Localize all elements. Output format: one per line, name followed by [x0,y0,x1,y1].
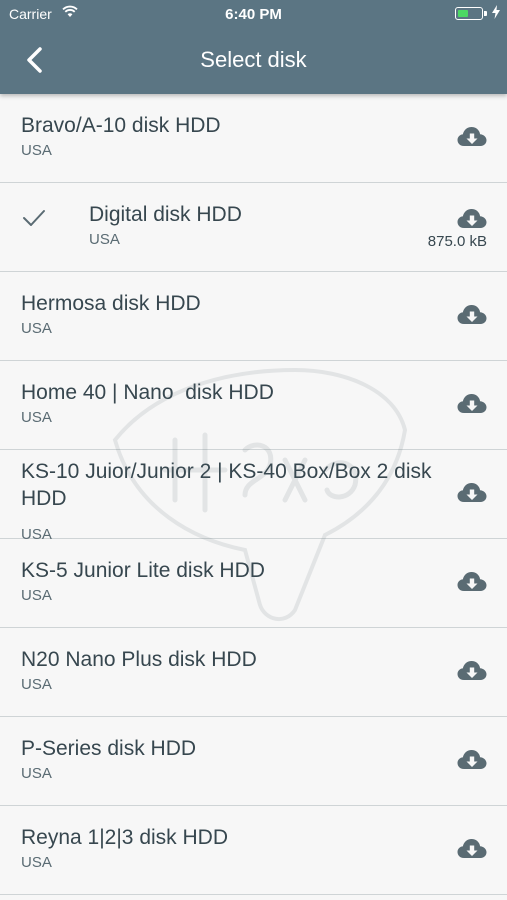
disk-name: Reyna 1|2|3 disk HDD [21,826,228,849]
disk-country: USA [21,320,52,337]
cloud-download-icon[interactable] [457,481,487,505]
checkmark-icon [23,210,45,226]
disk-name: N20 Nano Plus disk HDD [21,648,257,671]
list-item[interactable]: KS-10 Juior/Junior 2 | KS-40 Box/Box 2 d… [0,450,507,543]
cloud-download-icon[interactable] [457,748,487,772]
disk-country: USA [21,142,52,159]
disk-list: Bravo/A-10 disk HDD USA Digital disk HDD… [0,94,507,895]
disk-country: USA [21,765,52,782]
disk-size: 875.0 kB [427,233,487,250]
disk-country: USA [21,854,52,871]
disk-name: Hermosa disk HDD [21,292,201,315]
status-bar: Carrier 6:40 PM [0,0,507,30]
disk-name: Digital disk HDD [89,203,242,226]
battery-icon [455,7,483,20]
cloud-download-icon[interactable] [457,570,487,594]
cloud-download-icon[interactable] [457,303,487,327]
disk-country: USA [21,587,52,604]
cloud-download-icon[interactable] [457,125,487,149]
list-item-selected[interactable]: Digital disk HDD USA 875.0 kB [0,183,507,272]
disk-country: USA [21,409,52,426]
list-item[interactable]: Reyna 1|2|3 disk HDD USA [0,806,507,895]
cloud-download-icon[interactable] [457,392,487,416]
list-item[interactable]: KS-5 Junior Lite disk HDD USA [0,539,507,628]
disk-name: Bravo/A-10 disk HDD [21,114,221,137]
list-item[interactable]: Home 40 | Nano disk HDD USA [0,361,507,450]
disk-name: KS-5 Junior Lite disk HDD [21,559,265,582]
status-time: 6:40 PM [225,6,282,23]
list-item[interactable]: P-Series disk HDD USA [0,717,507,806]
battery-tip [484,11,487,16]
nav-header: Carrier 6:40 PM Select disk [0,0,507,94]
cloud-download-icon[interactable] [457,837,487,861]
disk-country: USA [89,231,120,248]
page-title: Select disk [200,47,307,72]
list-item[interactable]: N20 Nano Plus disk HDD USA [0,628,507,717]
disk-country: USA [21,676,52,693]
list-item[interactable]: Hermosa disk HDD USA [0,272,507,361]
disk-name: Home 40 | Nano disk HDD [21,381,274,404]
list-item[interactable]: Bravo/A-10 disk HDD USA [0,94,507,183]
disk-name: KS-10 Juior/Junior 2 | KS-40 Box/Box 2 d… [21,460,432,510]
cloud-download-icon[interactable] [457,659,487,683]
cloud-download-icon[interactable] [457,207,487,231]
charging-bolt-icon [492,5,500,22]
disk-name: P-Series disk HDD [21,737,197,760]
